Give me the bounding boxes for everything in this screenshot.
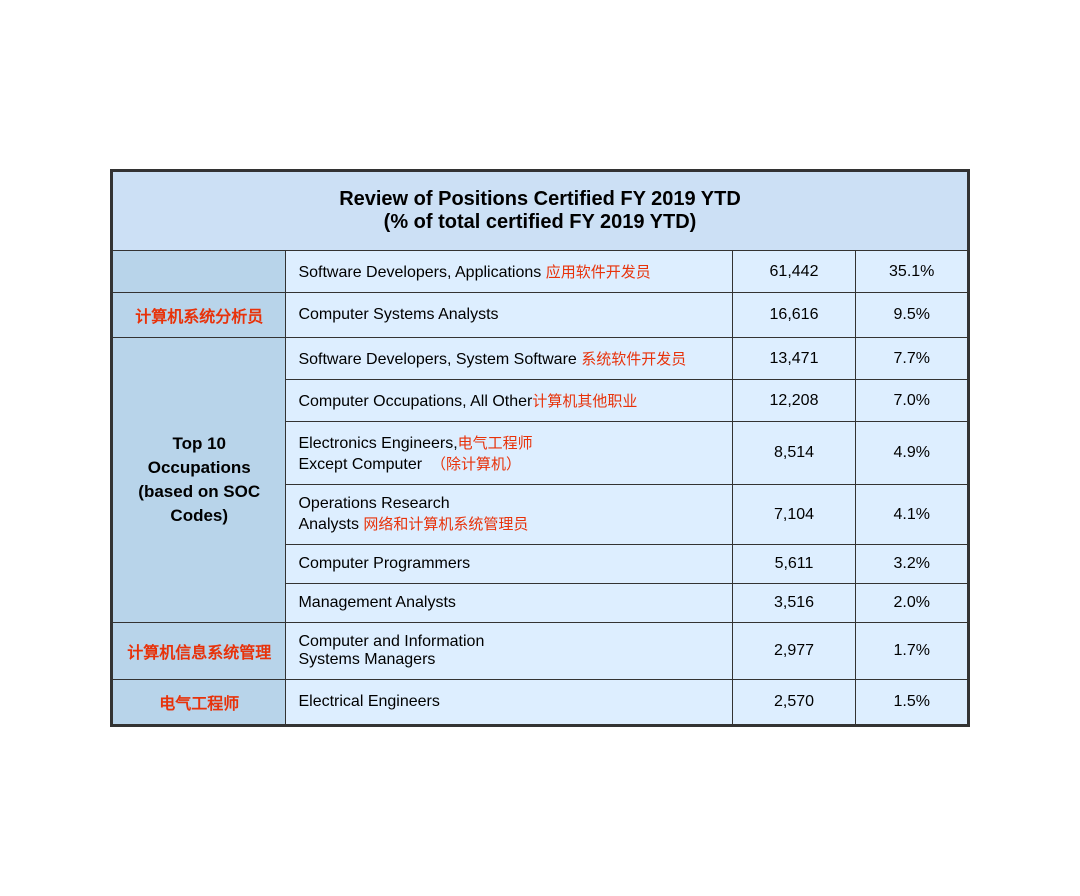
percent-cell-9: 1.5%	[856, 680, 968, 725]
occupation-cell-2: Software Developers, System Software 系统软…	[286, 338, 732, 380]
percent-cell-8: 1.7%	[856, 623, 968, 680]
occupation-cell-6: Computer Programmers	[286, 545, 732, 584]
number-cell-5: 7,104	[732, 485, 856, 545]
header-row: Review of Positions Certified FY 2019 YT…	[113, 172, 968, 251]
table-row: 计算机系统分析员Computer Systems Analysts16,6169…	[113, 293, 968, 338]
occupation-cell-3: Computer Occupations, All Other计算机其他职业	[286, 380, 732, 422]
number-cell-8: 2,977	[732, 623, 856, 680]
table-row: Top 10Occupations(based on SOCCodes)Soft…	[113, 338, 968, 380]
occupation-cell-8: Computer and InformationSystems Managers	[286, 623, 732, 680]
table-title: Review of Positions Certified FY 2019 YT…	[113, 172, 968, 251]
top10-label: Top 10Occupations(based on SOCCodes)	[113, 338, 286, 623]
number-cell-7: 3,516	[732, 584, 856, 623]
number-cell-9: 2,570	[732, 680, 856, 725]
data-table: Review of Positions Certified FY 2019 YT…	[112, 171, 968, 725]
number-cell-3: 12,208	[732, 380, 856, 422]
occupation-cell-0: Software Developers, Applications 应用软件开发…	[286, 251, 732, 293]
number-cell-4: 8,514	[732, 422, 856, 485]
occupation-cell-7: Management Analysts	[286, 584, 732, 623]
left-label-1: 计算机系统分析员	[113, 293, 286, 338]
percent-cell-1: 9.5%	[856, 293, 968, 338]
percent-cell-4: 4.9%	[856, 422, 968, 485]
table-row: 电气工程师Electrical Engineers2,5701.5%	[113, 680, 968, 725]
occupation-cell-5: Operations ResearchAnalysts 网络和计算机系统管理员	[286, 485, 732, 545]
number-cell-6: 5,611	[732, 545, 856, 584]
number-cell-1: 16,616	[732, 293, 856, 338]
left-label-0	[113, 251, 286, 293]
percent-cell-2: 7.7%	[856, 338, 968, 380]
percent-cell-3: 7.0%	[856, 380, 968, 422]
occupation-cell-4: Electronics Engineers,电气工程师Except Comput…	[286, 422, 732, 485]
table-row: Software Developers, Applications 应用软件开发…	[113, 251, 968, 293]
left-label-8: 计算机信息系统管理	[113, 623, 286, 680]
percent-cell-0: 35.1%	[856, 251, 968, 293]
number-cell-0: 61,442	[732, 251, 856, 293]
percent-cell-5: 4.1%	[856, 485, 968, 545]
percent-cell-6: 3.2%	[856, 545, 968, 584]
occupation-cell-9: Electrical Engineers	[286, 680, 732, 725]
table-row: 计算机信息系统管理Computer and InformationSystems…	[113, 623, 968, 680]
left-label-9: 电气工程师	[113, 680, 286, 725]
number-cell-2: 13,471	[732, 338, 856, 380]
percent-cell-7: 2.0%	[856, 584, 968, 623]
occupation-cell-1: Computer Systems Analysts	[286, 293, 732, 338]
main-table-wrapper: Review of Positions Certified FY 2019 YT…	[110, 169, 970, 727]
